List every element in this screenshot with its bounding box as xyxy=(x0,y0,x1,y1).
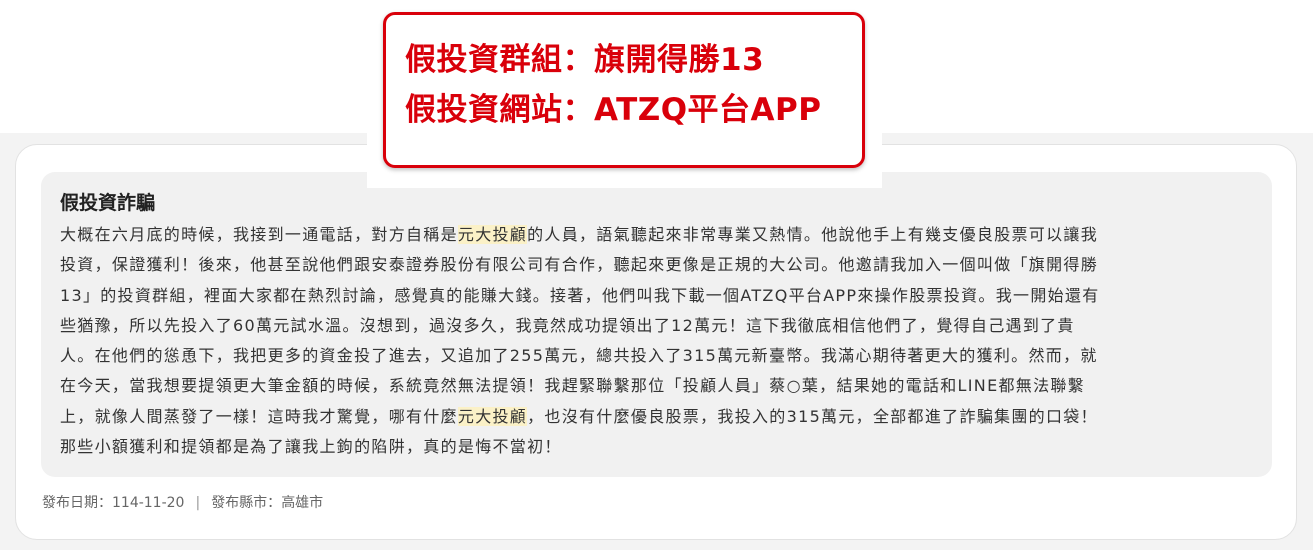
publish-county: 高雄市 xyxy=(281,495,324,511)
story-line: 上，就像人間蒸發了一樣！這時我才驚覺，哪有什麼元大投顧，也沒有什麼優良股票，我投… xyxy=(60,406,1098,426)
fake-group-line: 假投資群組：旗開得勝13 xyxy=(405,42,765,78)
story-body: 大概在六月底的時候，我接到一通電話，對方自稱是元大投顧的人員，語氣聽起來非常專業… xyxy=(60,220,1252,462)
story-line: 13」的投資群組，裡面大家都在熱烈討論，感覺真的能賺大錢。接著，他們叫我下載一個… xyxy=(60,285,1100,305)
publish-date: 114-11-20 xyxy=(112,495,185,511)
meta-separator: | xyxy=(195,495,201,511)
fake-site-line: 假投資網站：ATZQ平台APP xyxy=(405,92,822,128)
story-box: 假投資詐騙 大概在六月底的時候，我接到一通電話，對方自稱是元大投顧的人員，語氣聽… xyxy=(41,172,1272,477)
story-line: 大概在六月底的時候，我接到一通電話，對方自稱是元大投顧的人員，語氣聽起來非常專業… xyxy=(60,225,1099,244)
story-line: 在今天，當我想要提領更大筆金額的時候，系統竟然無法提領！我趕緊聯繫那位「投顧人員… xyxy=(60,376,1085,396)
publish-meta: 發布日期：114-11-20 | 發布縣市：高雄市 xyxy=(42,492,323,512)
publish-date-label: 發布日期： xyxy=(42,495,112,511)
story-title: 假投資詐騙 xyxy=(60,192,156,214)
scam-info-callout: 假投資群組：旗開得勝13 假投資網站：ATZQ平台APP xyxy=(383,12,865,168)
story-line: 人。在他們的慫恿下，我把更多的資金投了進去，又追加了255萬元，總共投入了315… xyxy=(60,346,1098,366)
story-line: 那些小額獲利和提領都是為了讓我上鉤的陷阱，真的是悔不當初！ xyxy=(60,437,562,457)
story-line: 些猶豫，所以先投入了60萬元試水溫。沒想到，過沒多久，我竟然成功提領出了12萬元… xyxy=(60,315,1075,335)
highlighted-term: 元大投顧 xyxy=(457,225,528,244)
publish-county-label: 發布縣市： xyxy=(211,495,282,511)
highlighted-term: 元大投顧 xyxy=(457,406,528,426)
story-line: 投資，保證獲利！後來，他甚至說他們跟安泰證券股份有限公司有合作，聽起來更像是正規… xyxy=(60,255,1099,275)
